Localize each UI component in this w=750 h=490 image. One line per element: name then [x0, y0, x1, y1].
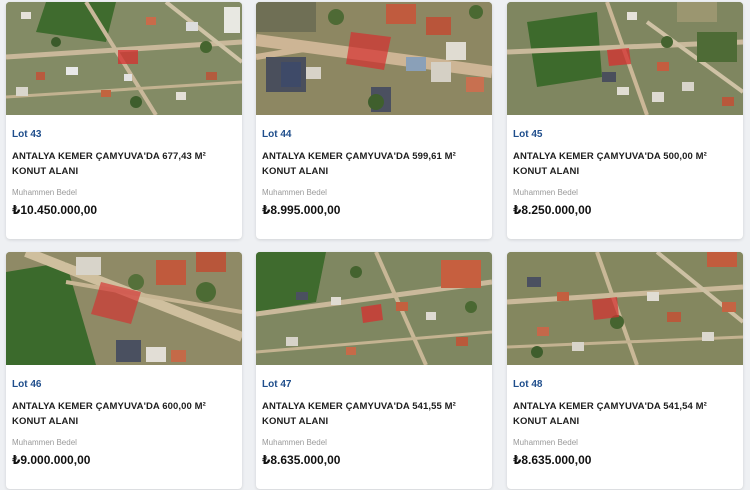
satellite-image: [6, 252, 242, 365]
lot-title: ANTALYA KEMER ÇAMYUVA'DA 600,00 M² KONUT…: [12, 401, 206, 427]
satellite-image: [256, 252, 492, 365]
lot-number: Lot 46: [12, 379, 42, 390]
lot-card[interactable]: Lot 44 ANTALYA KEMER ÇAMYUVA'DA 599,61 M…: [256, 2, 492, 239]
parcel-highlight: [346, 32, 391, 70]
lot-price: ₺8.995.000,00: [262, 203, 341, 217]
price-label: Muhammen Bedel: [513, 438, 578, 447]
price-label: Muhammen Bedel: [12, 188, 77, 197]
parcel-highlight: [607, 48, 631, 66]
lot-price: ₺8.635.000,00: [513, 453, 592, 467]
satellite-image: [507, 252, 743, 365]
satellite-image: [6, 2, 242, 115]
satellite-image: [256, 2, 492, 115]
lot-card[interactable]: Lot 46 ANTALYA KEMER ÇAMYUVA'DA 600,00 M…: [6, 252, 242, 489]
lot-price: ₺8.635.000,00: [262, 453, 341, 467]
lot-price: ₺8.250.000,00: [513, 203, 592, 217]
price-label: Muhammen Bedel: [513, 188, 578, 197]
lot-price: ₺10.450.000,00: [12, 203, 98, 217]
lot-card[interactable]: Lot 48 ANTALYA KEMER ÇAMYUVA'DA 541,54 M…: [507, 252, 743, 489]
lot-title: ANTALYA KEMER ÇAMYUVA'DA 500,00 M² KONUT…: [513, 151, 707, 177]
lot-title: ANTALYA KEMER ÇAMYUVA'DA 599,61 M² KONUT…: [262, 151, 456, 177]
lot-title: ANTALYA KEMER ÇAMYUVA'DA 541,54 M² KONUT…: [513, 401, 707, 427]
satellite-image: [507, 2, 743, 115]
lot-card[interactable]: Lot 47 ANTALYA KEMER ÇAMYUVA'DA 541,55 M…: [256, 252, 492, 489]
parcel-highlight: [361, 304, 383, 323]
lot-grid: Lot 43 ANTALYA KEMER ÇAMYUVA'DA 677,43 M…: [0, 0, 750, 490]
lot-price: ₺9.000.000,00: [12, 453, 91, 467]
lot-card[interactable]: Lot 45 ANTALYA KEMER ÇAMYUVA'DA 500,00 M…: [507, 2, 743, 239]
price-label: Muhammen Bedel: [262, 188, 327, 197]
lot-number: Lot 44: [262, 129, 292, 140]
lot-card[interactable]: Lot 43 ANTALYA KEMER ÇAMYUVA'DA 677,43 M…: [6, 2, 242, 239]
price-label: Muhammen Bedel: [12, 438, 77, 447]
parcel-highlight: [592, 297, 619, 320]
lot-number: Lot 45: [513, 129, 543, 140]
lot-title: ANTALYA KEMER ÇAMYUVA'DA 541,55 M² KONUT…: [262, 401, 456, 427]
lot-number: Lot 43: [12, 129, 42, 140]
lot-title: ANTALYA KEMER ÇAMYUVA'DA 677,43 M² KONUT…: [12, 151, 206, 177]
lot-number: Lot 47: [262, 379, 292, 390]
price-label: Muhammen Bedel: [262, 438, 327, 447]
parcel-highlight: [118, 50, 138, 64]
lot-number: Lot 48: [513, 379, 543, 390]
